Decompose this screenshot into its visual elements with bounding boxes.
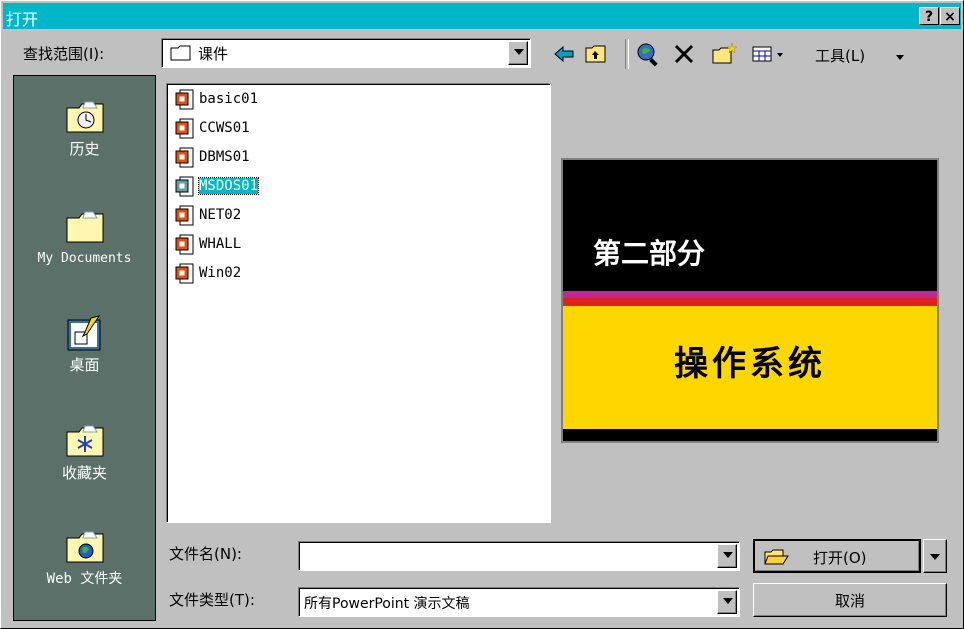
file-item[interactable]: NET02 <box>175 204 241 226</box>
new-folder-icon[interactable] <box>711 41 738 67</box>
up-one-level-icon[interactable] <box>583 41 609 67</box>
history-folder-icon <box>65 98 105 136</box>
filetype-combo[interactable]: 所有PowerPoint 演示文稿 <box>298 587 740 617</box>
preview-pane: 第二部分 操作系统 <box>561 158 939 443</box>
search-web-icon[interactable] <box>635 41 661 67</box>
place-label: My Documents <box>37 251 132 266</box>
filename-combo[interactable] <box>298 541 740 571</box>
toolbar-separator <box>625 39 629 69</box>
tools-chevron-down-icon[interactable] <box>896 55 904 60</box>
powerpoint-file-icon <box>175 263 194 284</box>
help-button[interactable]: ? <box>919 7 939 25</box>
powerpoint-file-icon <box>175 118 194 139</box>
file-item[interactable]: CCWS01 <box>175 117 250 139</box>
favorites-folder-icon <box>65 422 105 460</box>
desktop-icon <box>65 314 105 352</box>
file-item[interactable]: WHALL <box>175 233 241 255</box>
close-button[interactable]: × <box>940 7 960 25</box>
powerpoint-file-icon <box>175 89 194 110</box>
folder-icon <box>170 44 192 61</box>
chevron-down-icon <box>723 598 733 604</box>
look-in-combo[interactable]: 课件 <box>161 38 531 68</box>
file-name: DBMS01 <box>199 149 250 165</box>
stripe-red <box>563 298 937 306</box>
filetype-dropdown-button[interactable] <box>717 590 737 614</box>
views-icon[interactable] <box>751 41 795 67</box>
slide-subtitle: 操作系统 <box>674 344 826 384</box>
open-dialog: 打开 ? × 查找范围(I): 课件 工具(L) 历史 My Documents… <box>0 0 964 629</box>
file-name: Win02 <box>199 265 242 281</box>
open-button[interactable]: 打开(O) <box>753 539 921 573</box>
powerpoint-file-icon <box>175 147 194 168</box>
open-folder-icon <box>763 547 789 571</box>
title-bar[interactable]: 打开 ? × <box>3 3 961 29</box>
place-history[interactable]: 历史 <box>14 98 155 159</box>
file-name: basic01 <box>199 91 259 107</box>
places-bar: 历史 My Documents 桌面 收藏夹 Web 文件夹 <box>13 75 156 621</box>
stripe-magenta <box>563 291 937 298</box>
chevron-down-icon <box>723 552 733 558</box>
file-name: WHALL <box>199 236 242 252</box>
look-in-label: 查找范围(I): <box>23 45 105 63</box>
file-item[interactable]: Win02 <box>175 262 241 284</box>
back-icon[interactable] <box>551 41 577 67</box>
look-in-value: 课件 <box>198 45 229 63</box>
place-label: Web 文件夹 <box>46 571 123 587</box>
place-web-folders[interactable]: Web 文件夹 <box>14 528 155 588</box>
file-item[interactable]: basic01 <box>175 88 258 110</box>
filetype-label: 文件类型(T): <box>169 591 255 609</box>
chevron-down-icon <box>514 49 524 55</box>
place-label: 收藏夹 <box>61 464 107 482</box>
cancel-button[interactable]: 取消 <box>753 583 947 617</box>
file-name: MSDOS01 <box>197 177 260 195</box>
filetype-value: 所有PowerPoint 演示文稿 <box>304 596 470 612</box>
place-label: 桌面 <box>69 356 100 374</box>
slide-heading: 第二部分 <box>593 237 706 270</box>
cancel-button-label: 取消 <box>834 592 865 610</box>
place-my-documents[interactable]: My Documents <box>14 208 155 266</box>
delete-icon[interactable] <box>671 41 697 67</box>
file-list[interactable]: basic01 CCWS01 DBMS01 MSDOS01 NET02 WHALL Win0… <box>166 83 551 523</box>
open-button-label: 打开(O) <box>813 549 867 567</box>
web-folder-icon <box>65 528 105 566</box>
file-name: NET02 <box>199 207 242 223</box>
slide-preview <box>563 160 937 441</box>
filename-label: 文件名(N): <box>169 545 242 563</box>
file-name: CCWS01 <box>199 120 250 136</box>
file-item[interactable]: DBMS01 <box>175 146 250 168</box>
place-favorites[interactable]: 收藏夹 <box>14 422 155 483</box>
chevron-down-icon <box>930 554 940 560</box>
dialog-title: 打开 <box>6 10 39 29</box>
powerpoint-file-icon <box>175 205 194 226</box>
look-in-dropdown-button[interactable] <box>508 41 528 65</box>
file-item[interactable]: MSDOS01 <box>175 175 260 197</box>
my-documents-folder-icon <box>65 208 105 246</box>
tools-menu[interactable]: 工具(L) <box>815 45 865 66</box>
powerpoint-file-icon <box>175 234 194 255</box>
powerpoint-file-icon <box>175 176 194 197</box>
open-options-button[interactable] <box>923 539 947 573</box>
filename-dropdown-button[interactable] <box>717 544 737 568</box>
place-label: 历史 <box>69 140 100 158</box>
place-desktop[interactable]: 桌面 <box>14 314 155 375</box>
